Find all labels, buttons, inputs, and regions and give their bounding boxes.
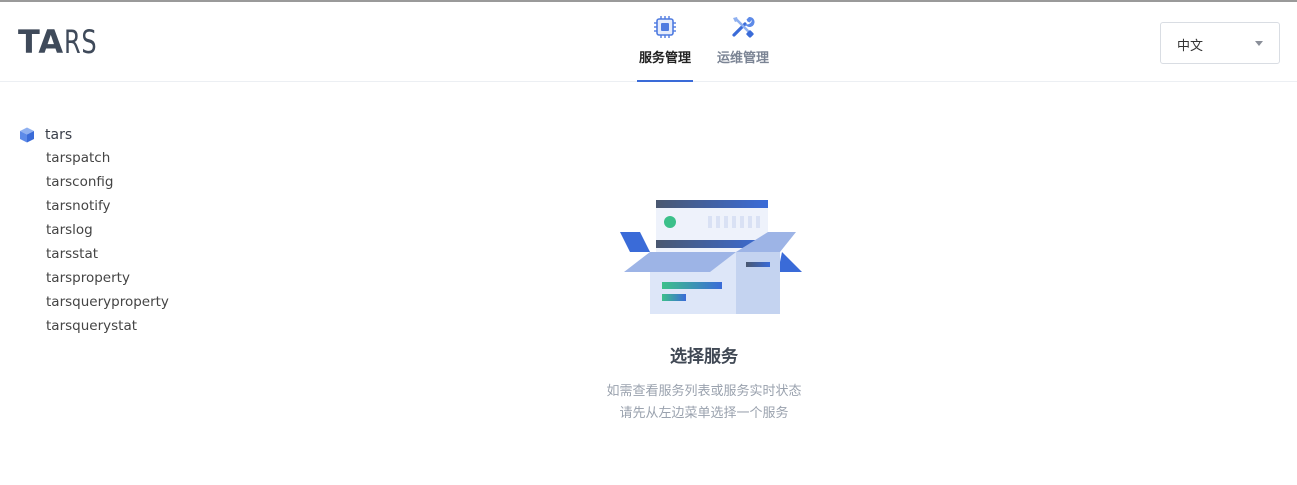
nav-tab-label: 运维管理 xyxy=(716,51,769,66)
logo-light: RS xyxy=(64,23,98,61)
tree-item-tarsstat[interactable]: tarsstat xyxy=(18,242,169,266)
language-value: 中文 xyxy=(1177,39,1204,54)
empty-state-description: 如需查看服务列表或服务实时状态 请先从左边菜单选择一个服务 xyxy=(504,381,904,425)
tree-item-tarspatch[interactable]: tarspatch xyxy=(18,146,169,170)
tree-item-tarsquerystat[interactable]: tarsquerystat xyxy=(18,314,169,338)
nav-tab-ops-management[interactable]: 运维管理 xyxy=(698,2,788,82)
tree-root-label: tars xyxy=(45,127,73,143)
language-select[interactable]: 中文 xyxy=(1160,22,1280,64)
tree-item-tarsnotify[interactable]: tarsnotify xyxy=(18,194,169,218)
tree-item-tarsconfig[interactable]: tarsconfig xyxy=(18,170,169,194)
service-tree: tars tarspatch tarsconfig tarsnotify tar… xyxy=(18,124,169,338)
tars-logo[interactable]: TARS xyxy=(18,24,109,60)
tree-item-tarsproperty[interactable]: tarsproperty xyxy=(18,266,169,290)
empty-state: 选择服务 如需查看服务列表或服务实时状态 请先从左边菜单选择一个服务 xyxy=(504,190,904,425)
tree-item-tarslog[interactable]: tarslog xyxy=(18,218,169,242)
tools-icon xyxy=(732,16,755,38)
empty-state-line-2: 请先从左边菜单选择一个服务 xyxy=(619,406,789,421)
chip-icon xyxy=(654,16,676,38)
logo-bold: TA xyxy=(18,23,65,61)
empty-state-title: 选择服务 xyxy=(670,347,738,367)
empty-state-line-1: 如需查看服务列表或服务实时状态 xyxy=(606,384,802,399)
nav-tab-service-management[interactable]: 服务管理 xyxy=(620,2,710,82)
cube-icon xyxy=(20,127,34,143)
active-tab-indicator xyxy=(637,80,693,82)
caret-down-icon xyxy=(1255,41,1263,46)
open-box-illustration xyxy=(620,200,802,314)
tree-item-tarsqueryproperty[interactable]: tarsqueryproperty xyxy=(18,290,169,314)
top-header: TARS 服务管理 运维管理 中文 xyxy=(0,2,1297,82)
tree-root-tars[interactable]: tars xyxy=(18,124,169,146)
nav-tab-label: 服务管理 xyxy=(638,51,691,66)
